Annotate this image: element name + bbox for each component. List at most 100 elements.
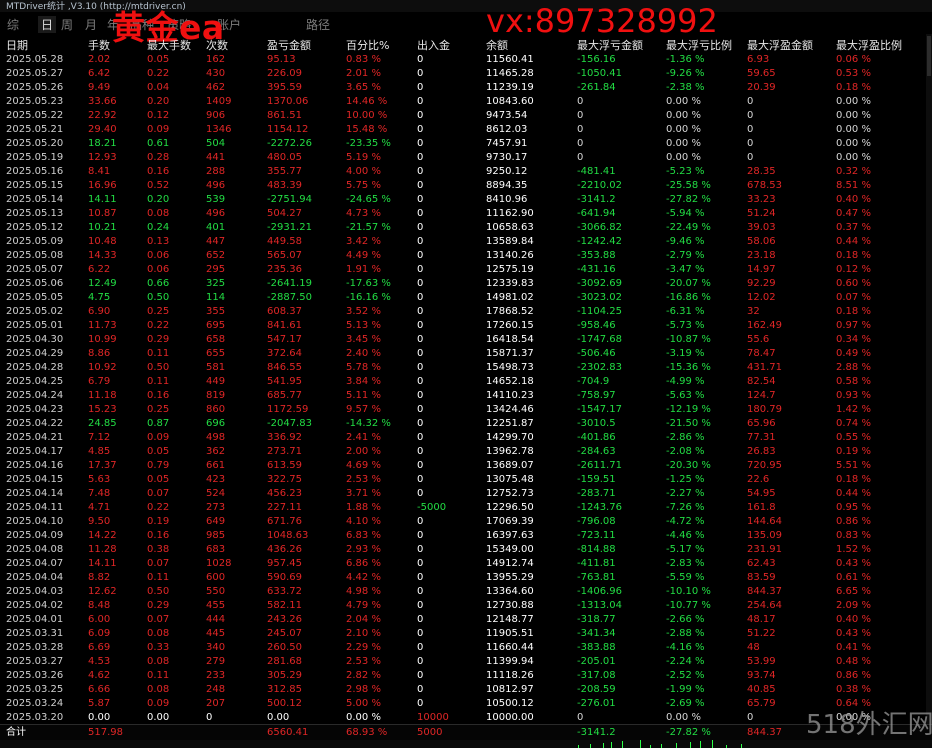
table-row[interactable]: 2025.05.27 6.42 0.22 430 226.09 2.01 % 0 11465.… — [0, 67, 932, 81]
cell-date: 2025.04.16 — [6, 460, 64, 471]
vertical-scrollbar[interactable] — [926, 34, 932, 724]
cell-max-float-loss-pct: -5.73 % — [666, 320, 705, 331]
cell-max-float-loss: 0 — [577, 152, 584, 163]
table-row[interactable]: 2025.04.11 4.71 0.22 273 227.11 1.88 % -5000 12… — [0, 501, 932, 515]
table-row[interactable]: 2025.05.26 9.49 0.04 462 395.59 3.65 % 0 11239.… — [0, 81, 932, 95]
table-row[interactable]: 2025.04.21 7.12 0.09 498 336.92 2.41 % 0 14299.… — [0, 431, 932, 445]
cell-balance: 10812.97 — [486, 684, 534, 695]
table-row[interactable]: 2025.04.04 8.82 0.11 600 590.69 4.42 % 0 13955.… — [0, 571, 932, 585]
table-row[interactable]: 2025.03.28 6.69 0.33 340 260.50 2.29 % 0 11660.… — [0, 641, 932, 655]
table-row[interactable]: 2025.05.21 29.40 0.09 1346 1154.12 15.48 % 0 86… — [0, 123, 932, 137]
tab-0[interactable]: 综 — [7, 16, 19, 33]
table-row[interactable]: 2025.03.25 6.66 0.08 248 312.85 2.98 % 0 10812.… — [0, 683, 932, 697]
table-row[interactable]: 2025.03.26 4.62 0.11 233 305.29 2.82 % 0 11118.… — [0, 669, 932, 683]
header-max-float-profit[interactable]: 最大浮盈金额 — [747, 37, 813, 53]
tab-3[interactable]: 月 — [85, 16, 97, 33]
table-row[interactable]: 2025.05.01 11.73 0.22 695 841.61 5.13 % 0 17260… — [0, 319, 932, 333]
table-row[interactable]: 2025.04.28 10.92 0.50 581 846.55 5.78 % 0 15498… — [0, 361, 932, 375]
tab-1[interactable]: 日 — [38, 16, 57, 33]
cell-max-lots: 0.08 — [147, 628, 170, 639]
tab-2[interactable]: 周 — [61, 16, 73, 33]
cell-max-lots: 0.66 — [147, 278, 170, 289]
header-pct[interactable]: 百分比% — [346, 37, 389, 53]
table-row[interactable]: 2025.03.20 0.00 0.00 0 0.00 0.00 % 10000 10000.… — [0, 711, 932, 725]
table-row[interactable]: 2025.05.16 8.41 0.16 288 355.77 4.00 % 0 9250.1… — [0, 165, 932, 179]
header-max-float-loss[interactable]: 最大浮亏金额 — [577, 37, 643, 53]
cell-date: 2025.04.07 — [6, 558, 64, 569]
table-row[interactable]: 2025.04.16 17.37 0.79 661 613.59 4.69 % 0 13689… — [0, 459, 932, 473]
cell-max-lots: 0.05 — [147, 474, 170, 485]
table-row[interactable]: 2025.04.24 11.18 0.16 819 685.77 5.11 % 0 14110… — [0, 389, 932, 403]
table-row[interactable]: 2025.05.15 16.96 0.52 496 483.39 5.75 % 0 8894.… — [0, 179, 932, 193]
table-row[interactable]: 2025.05.14 14.11 0.20 539 -2751.94 -24.65 % 0 8… — [0, 193, 932, 207]
cell-deposit: 0 — [417, 222, 424, 233]
cell-count: 444 — [206, 614, 226, 625]
table-row[interactable]: 2025.04.15 5.63 0.05 423 322.75 2.53 % 0 13075.… — [0, 473, 932, 487]
table-row[interactable]: 2025.05.22 22.92 0.12 906 861.51 10.00 % 0 9473… — [0, 109, 932, 123]
table-row[interactable]: 2025.04.25 6.79 0.11 449 541.95 3.84 % 0 14652.… — [0, 375, 932, 389]
cell-max-float-loss: 0 — [577, 712, 584, 723]
cell-max-float-loss: -958.46 — [577, 320, 616, 331]
table-row[interactable]: 2025.05.13 10.87 0.08 496 504.27 4.73 % 0 11162… — [0, 207, 932, 221]
header-lots[interactable]: 手数 — [88, 37, 110, 53]
table-row[interactable]: 2025.05.20 18.21 0.61 504 -2272.26 -23.35 % 0 7… — [0, 137, 932, 151]
cell-max-float-profit-pct: 0.37 % — [836, 222, 871, 233]
header-balance[interactable]: 余额 — [486, 37, 508, 53]
table-row[interactable]: 2025.05.09 10.48 0.13 447 449.58 3.42 % 0 13589… — [0, 235, 932, 249]
cell-date: 2025.04.28 — [6, 362, 64, 373]
table-row[interactable]: 2025.04.29 8.86 0.11 655 372.64 2.40 % 0 15871.… — [0, 347, 932, 361]
table-row[interactable]: 2025.04.02 8.48 0.29 455 582.11 4.79 % 0 12730.… — [0, 599, 932, 613]
table-row[interactable]: 2025.05.12 10.21 0.24 401 -2931.21 -21.57 % 0 1… — [0, 221, 932, 235]
cell-max-float-loss: -383.88 — [577, 642, 616, 653]
cell-count: 114 — [206, 292, 226, 303]
table-row[interactable]: 2025.05.07 6.22 0.06 295 235.36 1.91 % 0 12575.… — [0, 263, 932, 277]
table-row[interactable]: 2025.04.17 4.85 0.05 362 273.71 2.00 % 0 13962.… — [0, 445, 932, 459]
cell-balance: 11399.94 — [486, 656, 534, 667]
scrollbar-thumb[interactable] — [927, 36, 931, 76]
table-row[interactable]: 2025.04.22 24.85 0.87 696 -2047.83 -14.32 % 0 1… — [0, 417, 932, 431]
table-row[interactable]: 2025.04.03 12.62 0.50 550 633.72 4.98 % 0 13364… — [0, 585, 932, 599]
table-row[interactable]: 2025.04.07 14.11 0.07 1028 957.45 6.86 % 0 1491… — [0, 557, 932, 571]
table-row[interactable]: 2025.05.05 4.75 0.50 114 -2887.50 -16.16 % 0 14… — [0, 291, 932, 305]
cell-pnl: 841.61 — [267, 320, 302, 331]
table-row[interactable]: 2025.05.08 14.33 0.06 652 565.07 4.49 % 0 13140… — [0, 249, 932, 263]
table-row[interactable]: 2025.04.23 15.23 0.25 860 1172.59 9.57 % 0 1342… — [0, 403, 932, 417]
cell-lots: 11.18 — [88, 390, 117, 401]
cell-lots: 7.12 — [88, 432, 111, 443]
total-pct: 68.93 % — [346, 727, 388, 738]
cell-count: 340 — [206, 642, 226, 653]
table-row[interactable]: 2025.03.24 5.87 0.09 207 500.12 5.00 % 0 10500.… — [0, 697, 932, 711]
header-max-float-profit-pct[interactable]: 最大浮盈比例 — [836, 37, 902, 53]
cell-pct: -16.16 % — [346, 292, 391, 303]
header-deposit[interactable]: 出入金 — [417, 37, 450, 53]
table-row[interactable]: 2025.04.10 9.50 0.19 649 671.76 4.10 % 0 17069.… — [0, 515, 932, 529]
header-date[interactable]: 日期 — [6, 37, 28, 53]
table-row[interactable]: 2025.05.28 2.02 0.05 162 95.13 0.83 % 0 11560.4… — [0, 53, 932, 67]
cell-date: 2025.04.11 — [6, 502, 64, 513]
cell-max-float-profit: 12.02 — [747, 292, 776, 303]
header-max-float-loss-pct[interactable]: 最大浮亏比例 — [666, 37, 732, 53]
header-max-lots[interactable]: 最大手数 — [147, 37, 191, 53]
table-row[interactable]: 2025.03.31 6.09 0.08 445 245.07 2.10 % 0 11905.… — [0, 627, 932, 641]
cell-date: 2025.04.30 — [6, 334, 64, 345]
cell-max-float-profit-pct: 0.18 % — [836, 250, 871, 261]
cell-count: 295 — [206, 264, 226, 275]
table-row[interactable]: 2025.05.02 6.90 0.25 355 608.37 3.52 % 0 17868.… — [0, 305, 932, 319]
table-row[interactable]: 2025.04.09 14.22 0.16 985 1048.63 6.83 % 0 1639… — [0, 529, 932, 543]
cell-pnl: 590.69 — [267, 572, 302, 583]
tab-8[interactable]: 路径 — [306, 16, 330, 33]
table-row[interactable]: 2025.05.06 12.49 0.66 325 -2641.19 -17.63 % 0 1… — [0, 277, 932, 291]
header-count[interactable]: 次数 — [206, 37, 228, 53]
table-row[interactable]: 2025.03.27 4.53 0.08 279 281.68 2.53 % 0 11399.… — [0, 655, 932, 669]
header-pnl[interactable]: 盈亏金额 — [267, 37, 311, 53]
table-row[interactable]: 2025.05.23 33.66 0.20 1409 1370.06 14.46 % 0 10… — [0, 95, 932, 109]
table-row[interactable]: 2025.04.14 7.48 0.07 524 456.23 3.71 % 0 12752.… — [0, 487, 932, 501]
table-row[interactable]: 2025.05.19 12.93 0.28 441 480.05 5.19 % 0 9730.… — [0, 151, 932, 165]
cell-max-lots: 0.33 — [147, 642, 170, 653]
table-row[interactable]: 2025.04.30 10.99 0.29 658 547.17 3.45 % 0 16418… — [0, 333, 932, 347]
cell-max-lots: 0.20 — [147, 96, 170, 107]
table-row[interactable]: 2025.04.01 6.00 0.07 444 243.26 2.04 % 0 12148.… — [0, 613, 932, 627]
cell-date: 2025.04.08 — [6, 544, 64, 555]
cell-max-float-profit-pct: 5.51 % — [836, 460, 871, 471]
table-row[interactable]: 2025.04.08 11.28 0.38 683 436.26 2.93 % 0 15349… — [0, 543, 932, 557]
